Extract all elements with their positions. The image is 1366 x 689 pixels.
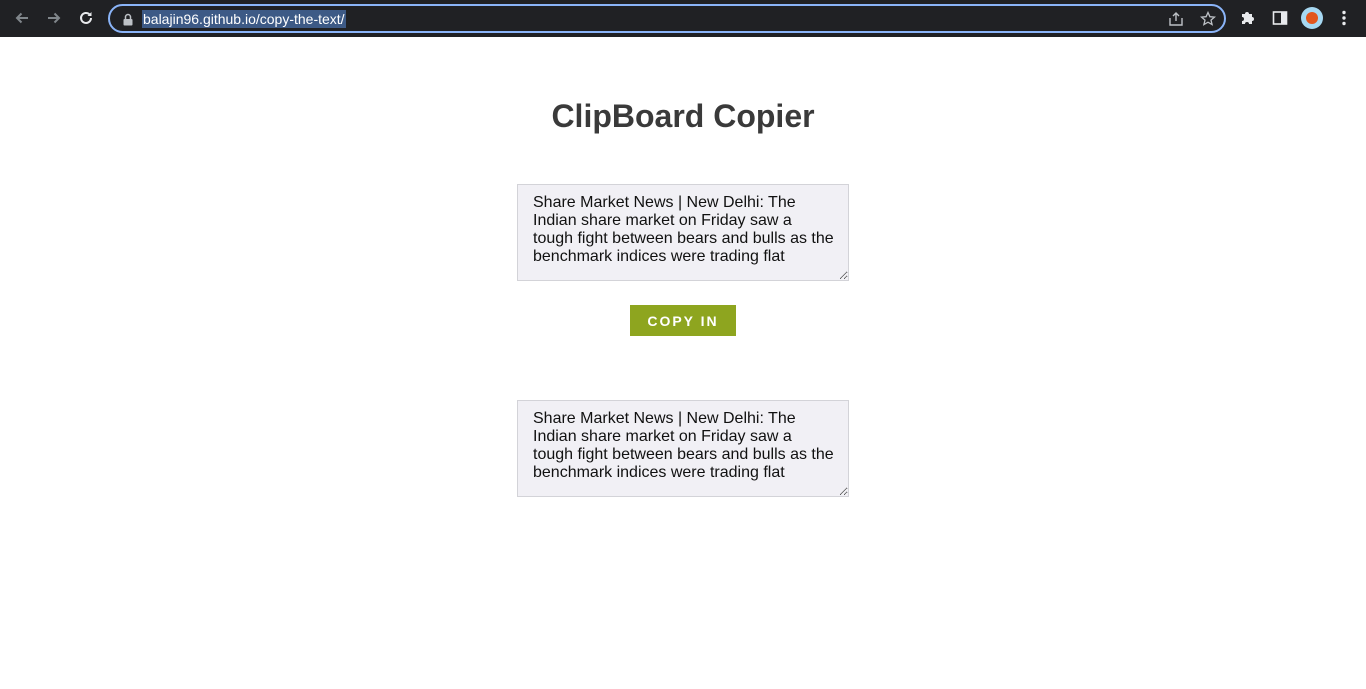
kebab-menu-icon[interactable] bbox=[1333, 7, 1355, 29]
browser-toolbar: balajin96.github.io/copy-the-text/ bbox=[0, 0, 1366, 37]
address-bar[interactable]: balajin96.github.io/copy-the-text/ bbox=[108, 4, 1226, 33]
reload-icon[interactable] bbox=[74, 7, 98, 29]
share-icon[interactable] bbox=[1166, 10, 1186, 28]
side-panel-icon[interactable] bbox=[1269, 7, 1291, 29]
back-arrow-icon[interactable] bbox=[10, 7, 34, 29]
puzzle-icon[interactable] bbox=[1237, 7, 1259, 29]
url-text[interactable]: balajin96.github.io/copy-the-text/ bbox=[142, 10, 346, 28]
lock-icon[interactable] bbox=[122, 12, 134, 26]
avatar[interactable] bbox=[1301, 7, 1323, 29]
paste-text-input[interactable]: Share Market News | New Delhi: The India… bbox=[517, 400, 849, 497]
page-title: ClipBoard Copier bbox=[551, 98, 815, 134]
star-icon[interactable] bbox=[1198, 10, 1218, 28]
profile-picture bbox=[1306, 12, 1318, 24]
source-text-input[interactable]: Share Market News | New Delhi: The India… bbox=[517, 184, 849, 281]
copy-in-button[interactable]: COPY IN bbox=[630, 305, 736, 336]
forward-arrow-icon[interactable] bbox=[42, 7, 66, 29]
